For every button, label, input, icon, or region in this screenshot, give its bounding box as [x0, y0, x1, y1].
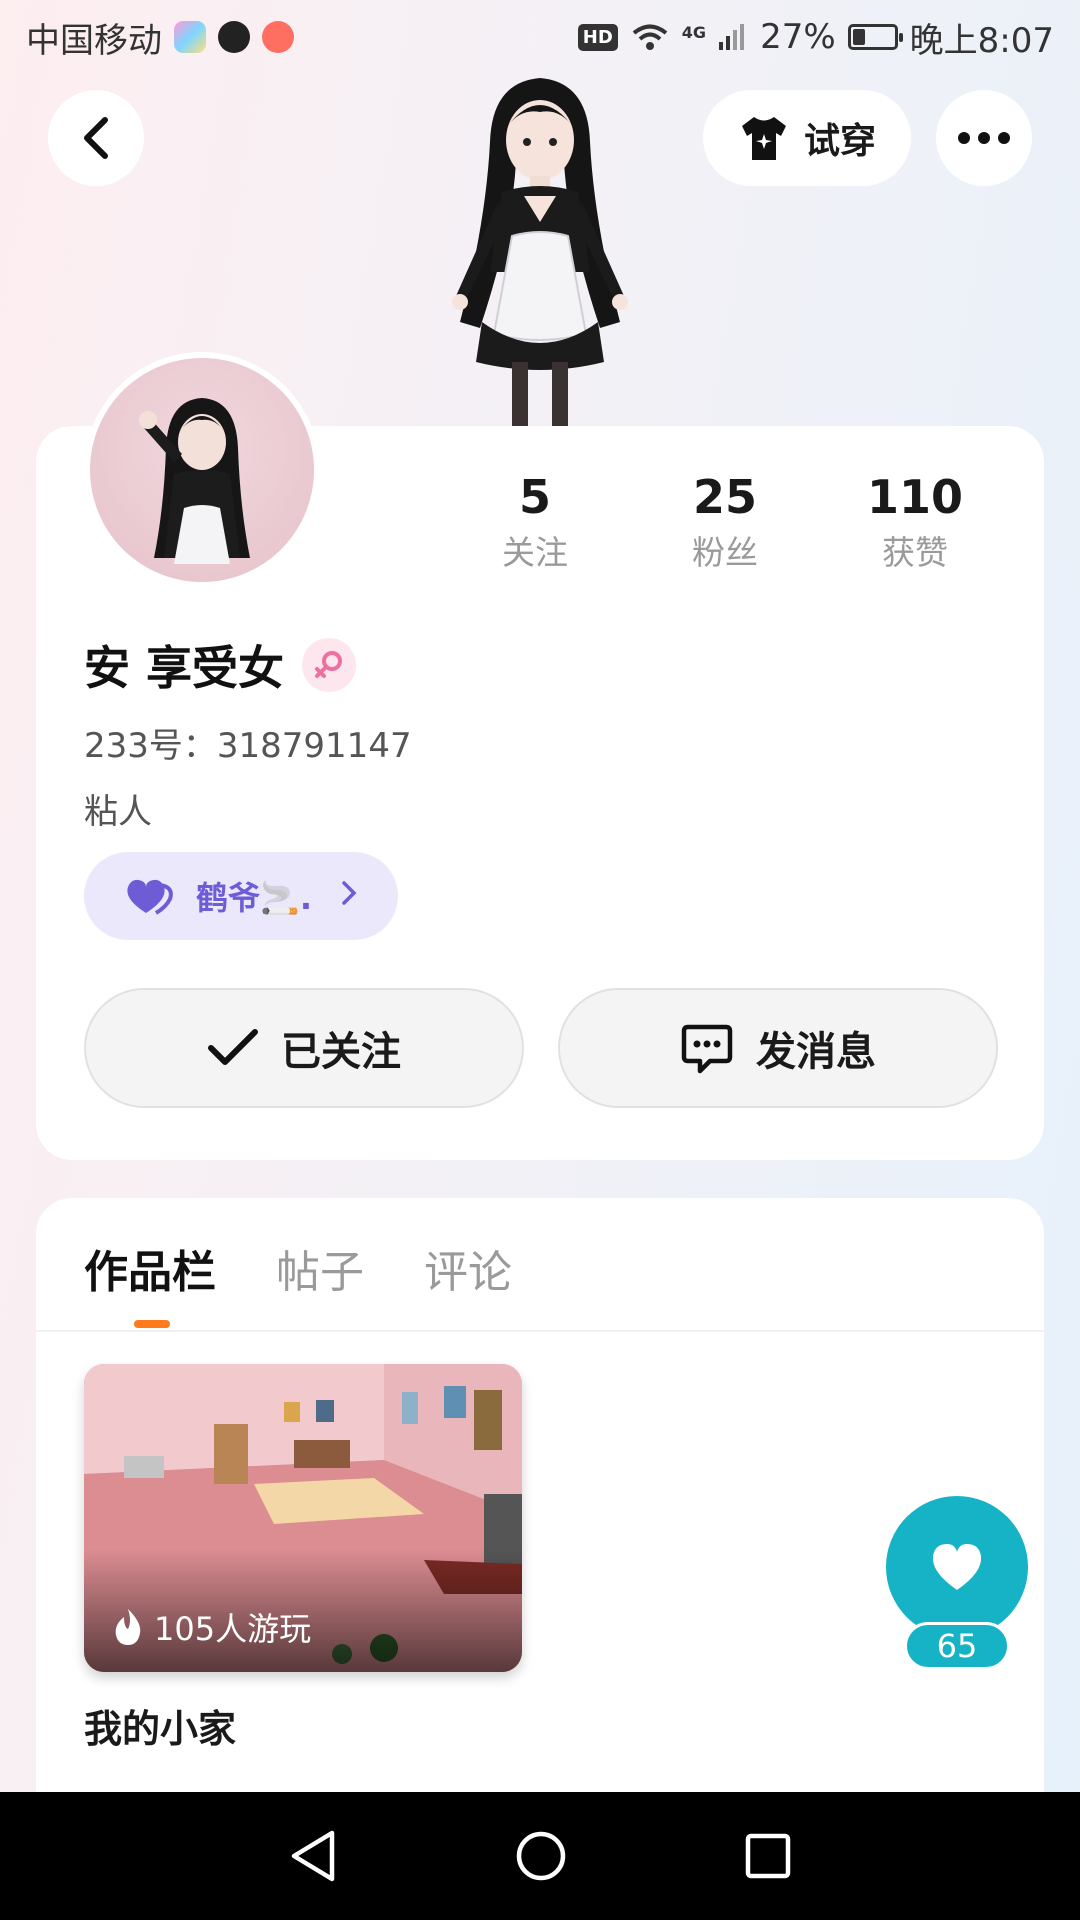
chat-bubble-icon: [681, 1024, 733, 1074]
more-options-button[interactable]: [936, 90, 1032, 186]
username-row: 安 享受女: [84, 632, 357, 698]
works-tabs: 作品栏 帖子 评论: [84, 1236, 512, 1300]
system-navigation-bar: [0, 1792, 1080, 1920]
avatar-image: [139, 398, 250, 564]
followers-label: 粉丝: [692, 533, 758, 572]
active-tab-indicator: [134, 1320, 170, 1328]
back-button[interactable]: [48, 90, 144, 186]
social-notification-icon: [262, 21, 294, 53]
likes-stat[interactable]: 110 获赞: [820, 466, 1010, 578]
profile-stats: 5 关注 25 粉丝 110 获赞: [440, 466, 1010, 578]
battery-percent: 27%: [760, 17, 836, 57]
likes-received-label: 获赞: [882, 533, 948, 572]
checkmark-icon: [208, 1029, 258, 1065]
battery-icon: [847, 24, 903, 50]
send-message-button[interactable]: 发消息: [558, 988, 998, 1108]
likes-received-count: 110: [866, 470, 964, 524]
play-count-text: 105人游玩: [154, 1610, 312, 1648]
couple-name: 鹤爷🚬.: [196, 879, 313, 917]
more-dots-icon: [958, 132, 1010, 144]
tab-comments[interactable]: 评论: [424, 1236, 512, 1300]
send-message-label: 发消息: [756, 1029, 876, 1075]
couple-link-pill[interactable]: 鹤爷🚬.: [84, 852, 398, 940]
username: 安 享受女: [84, 641, 285, 695]
heart-icon: [932, 1544, 982, 1590]
followers-count: 25: [692, 470, 757, 524]
try-on-button[interactable]: 试穿: [703, 90, 911, 186]
work-title[interactable]: 我的小家: [84, 1698, 236, 1753]
followers-stat[interactable]: 25 粉丝: [630, 466, 820, 578]
tiktok-notification-icon: [218, 21, 250, 53]
character-avatar-figure: [452, 78, 628, 428]
female-gender-icon: [302, 638, 357, 692]
signal-icon: [719, 24, 745, 50]
followed-label: 已关注: [281, 1029, 401, 1075]
tab-posts[interactable]: 帖子: [276, 1236, 364, 1300]
following-count: 5: [518, 470, 551, 524]
tab-works[interactable]: 作品栏: [84, 1236, 216, 1300]
nav-home-icon[interactable]: [515, 1830, 567, 1882]
chevron-right-icon: [340, 877, 358, 915]
avatar[interactable]: [84, 352, 320, 588]
double-heart-icon: [127, 879, 173, 915]
user-id: 233号：318791147: [84, 726, 412, 766]
clock: 晚上8:07: [909, 20, 1054, 61]
like-count: 65: [904, 1622, 1010, 1670]
flame-icon: [115, 1609, 141, 1645]
work-card-thumbnail[interactable]: 105人游玩: [84, 1364, 522, 1672]
play-count: 105人游玩: [112, 1604, 311, 1650]
following-label: 关注: [502, 533, 568, 572]
wifi-icon: [632, 24, 668, 50]
app-notification-icon: [174, 21, 206, 53]
shirt-icon: [741, 117, 786, 160]
nav-back-icon[interactable]: [288, 1829, 338, 1883]
status-bar: 中国移动 HD 4G 27% 晚上8:07: [0, 0, 1080, 74]
try-on-label: 试穿: [803, 121, 876, 162]
hd-badge: HD: [577, 23, 618, 51]
network-type: 4G: [681, 22, 707, 42]
tabs-divider: [36, 1330, 1044, 1332]
nav-recents-icon[interactable]: [744, 1832, 792, 1880]
user-bio: 粘人: [84, 792, 152, 832]
like-button[interactable]: [886, 1496, 1028, 1638]
following-stat[interactable]: 5 关注: [440, 466, 630, 578]
back-arrow-icon: [84, 117, 108, 159]
followed-button[interactable]: 已关注: [84, 988, 524, 1108]
carrier-label: 中国移动: [26, 20, 162, 61]
